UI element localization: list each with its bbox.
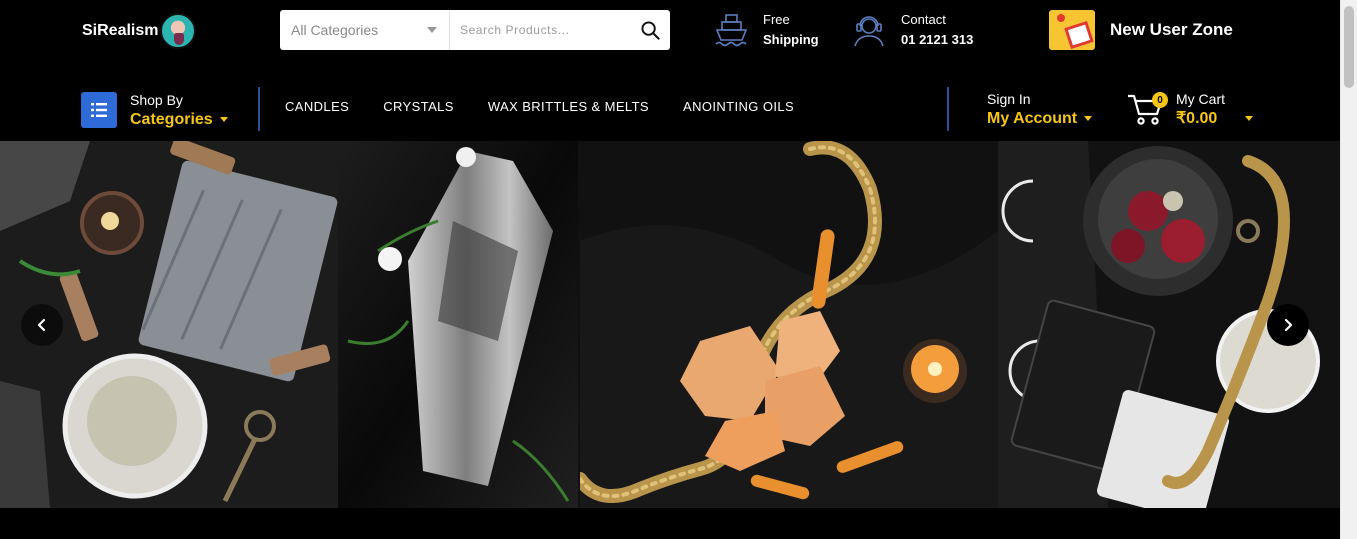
headset-icon <box>854 16 884 47</box>
nav-link-wax-brittles-melts[interactable]: WAX BRITTLES & MELTS <box>488 99 649 114</box>
content-area <box>0 508 1340 539</box>
search-input[interactable] <box>450 10 630 50</box>
hero-image-crystal <box>338 141 578 508</box>
cart-icon: 0 <box>1127 92 1168 126</box>
sign-in-label: Sign In <box>987 91 1031 107</box>
brand-name: SiRealism <box>82 22 159 39</box>
hero-slider <box>0 141 1340 508</box>
search-button[interactable] <box>630 10 670 50</box>
chevron-right-icon <box>1284 318 1293 332</box>
my-account-label: My Account <box>987 110 1078 127</box>
new-user-zone[interactable]: New User Zone <box>1049 10 1233 50</box>
list-icon <box>81 92 117 128</box>
gift-icon <box>1049 10 1095 50</box>
shop-by-categories[interactable]: Shop By Categories <box>81 91 228 129</box>
cart-menu[interactable]: 0 My Cart ₹0.00 <box>1127 90 1254 128</box>
caret-down-icon <box>219 117 228 122</box>
main-nav: Shop By Categories CANDLES CRYSTALS WAX … <box>0 72 1340 141</box>
my-cart-label: My Cart <box>1176 91 1225 107</box>
caret-down-icon <box>1245 116 1254 121</box>
shipping-line1: Free <box>763 12 790 27</box>
nav-link-crystals[interactable]: CRYSTALS <box>383 99 454 114</box>
free-shipping-info: Free Shipping <box>714 10 819 50</box>
top-header: SiRealism All Categories Search Products… <box>0 0 1340 72</box>
hero-next-button[interactable] <box>1267 304 1309 346</box>
page-scrollbar[interactable] <box>1340 0 1357 539</box>
contact-phone[interactable]: 01 2121 313 <box>901 30 973 50</box>
category-select[interactable]: All Categories <box>280 10 450 50</box>
page: SiRealism All Categories Search Products… <box>0 0 1340 539</box>
caret-down-icon <box>1084 116 1093 121</box>
nav-link-candles[interactable]: CANDLES <box>285 99 349 114</box>
nav-links: CANDLES CRYSTALS WAX BRITTLES & MELTS AN… <box>285 99 828 114</box>
site-logo[interactable]: SiRealism <box>82 13 197 49</box>
search-icon <box>640 20 660 40</box>
nav-link-anointing-oils[interactable]: ANOINTING OILS <box>683 99 794 114</box>
cart-total: ₹0.00 <box>1176 110 1218 127</box>
ship-icon <box>715 14 748 47</box>
nav-divider <box>258 87 260 131</box>
scrollbar-thumb[interactable] <box>1344 6 1354 88</box>
shop-by-label: Shop By <box>130 92 183 108</box>
chevron-left-icon <box>37 318 46 332</box>
search-bar: All Categories <box>280 10 670 50</box>
logo-badge-icon <box>160 13 197 49</box>
contact-line1: Contact <box>901 12 946 27</box>
caret-down-icon <box>427 27 437 33</box>
categories-label: Categories <box>130 111 213 128</box>
category-select-value: All Categories <box>291 22 379 38</box>
new-user-zone-label: New User Zone <box>1110 20 1233 39</box>
shipping-line2: Shipping <box>763 32 819 47</box>
contact-info: Contact 01 2121 313 <box>851 10 973 50</box>
hero-image-snake-citrine <box>580 141 998 508</box>
hero-prev-button[interactable] <box>21 304 63 346</box>
nav-divider <box>947 87 949 131</box>
account-menu[interactable]: Sign In My Account <box>987 90 1093 128</box>
cart-count-badge: 0 <box>1152 92 1168 108</box>
